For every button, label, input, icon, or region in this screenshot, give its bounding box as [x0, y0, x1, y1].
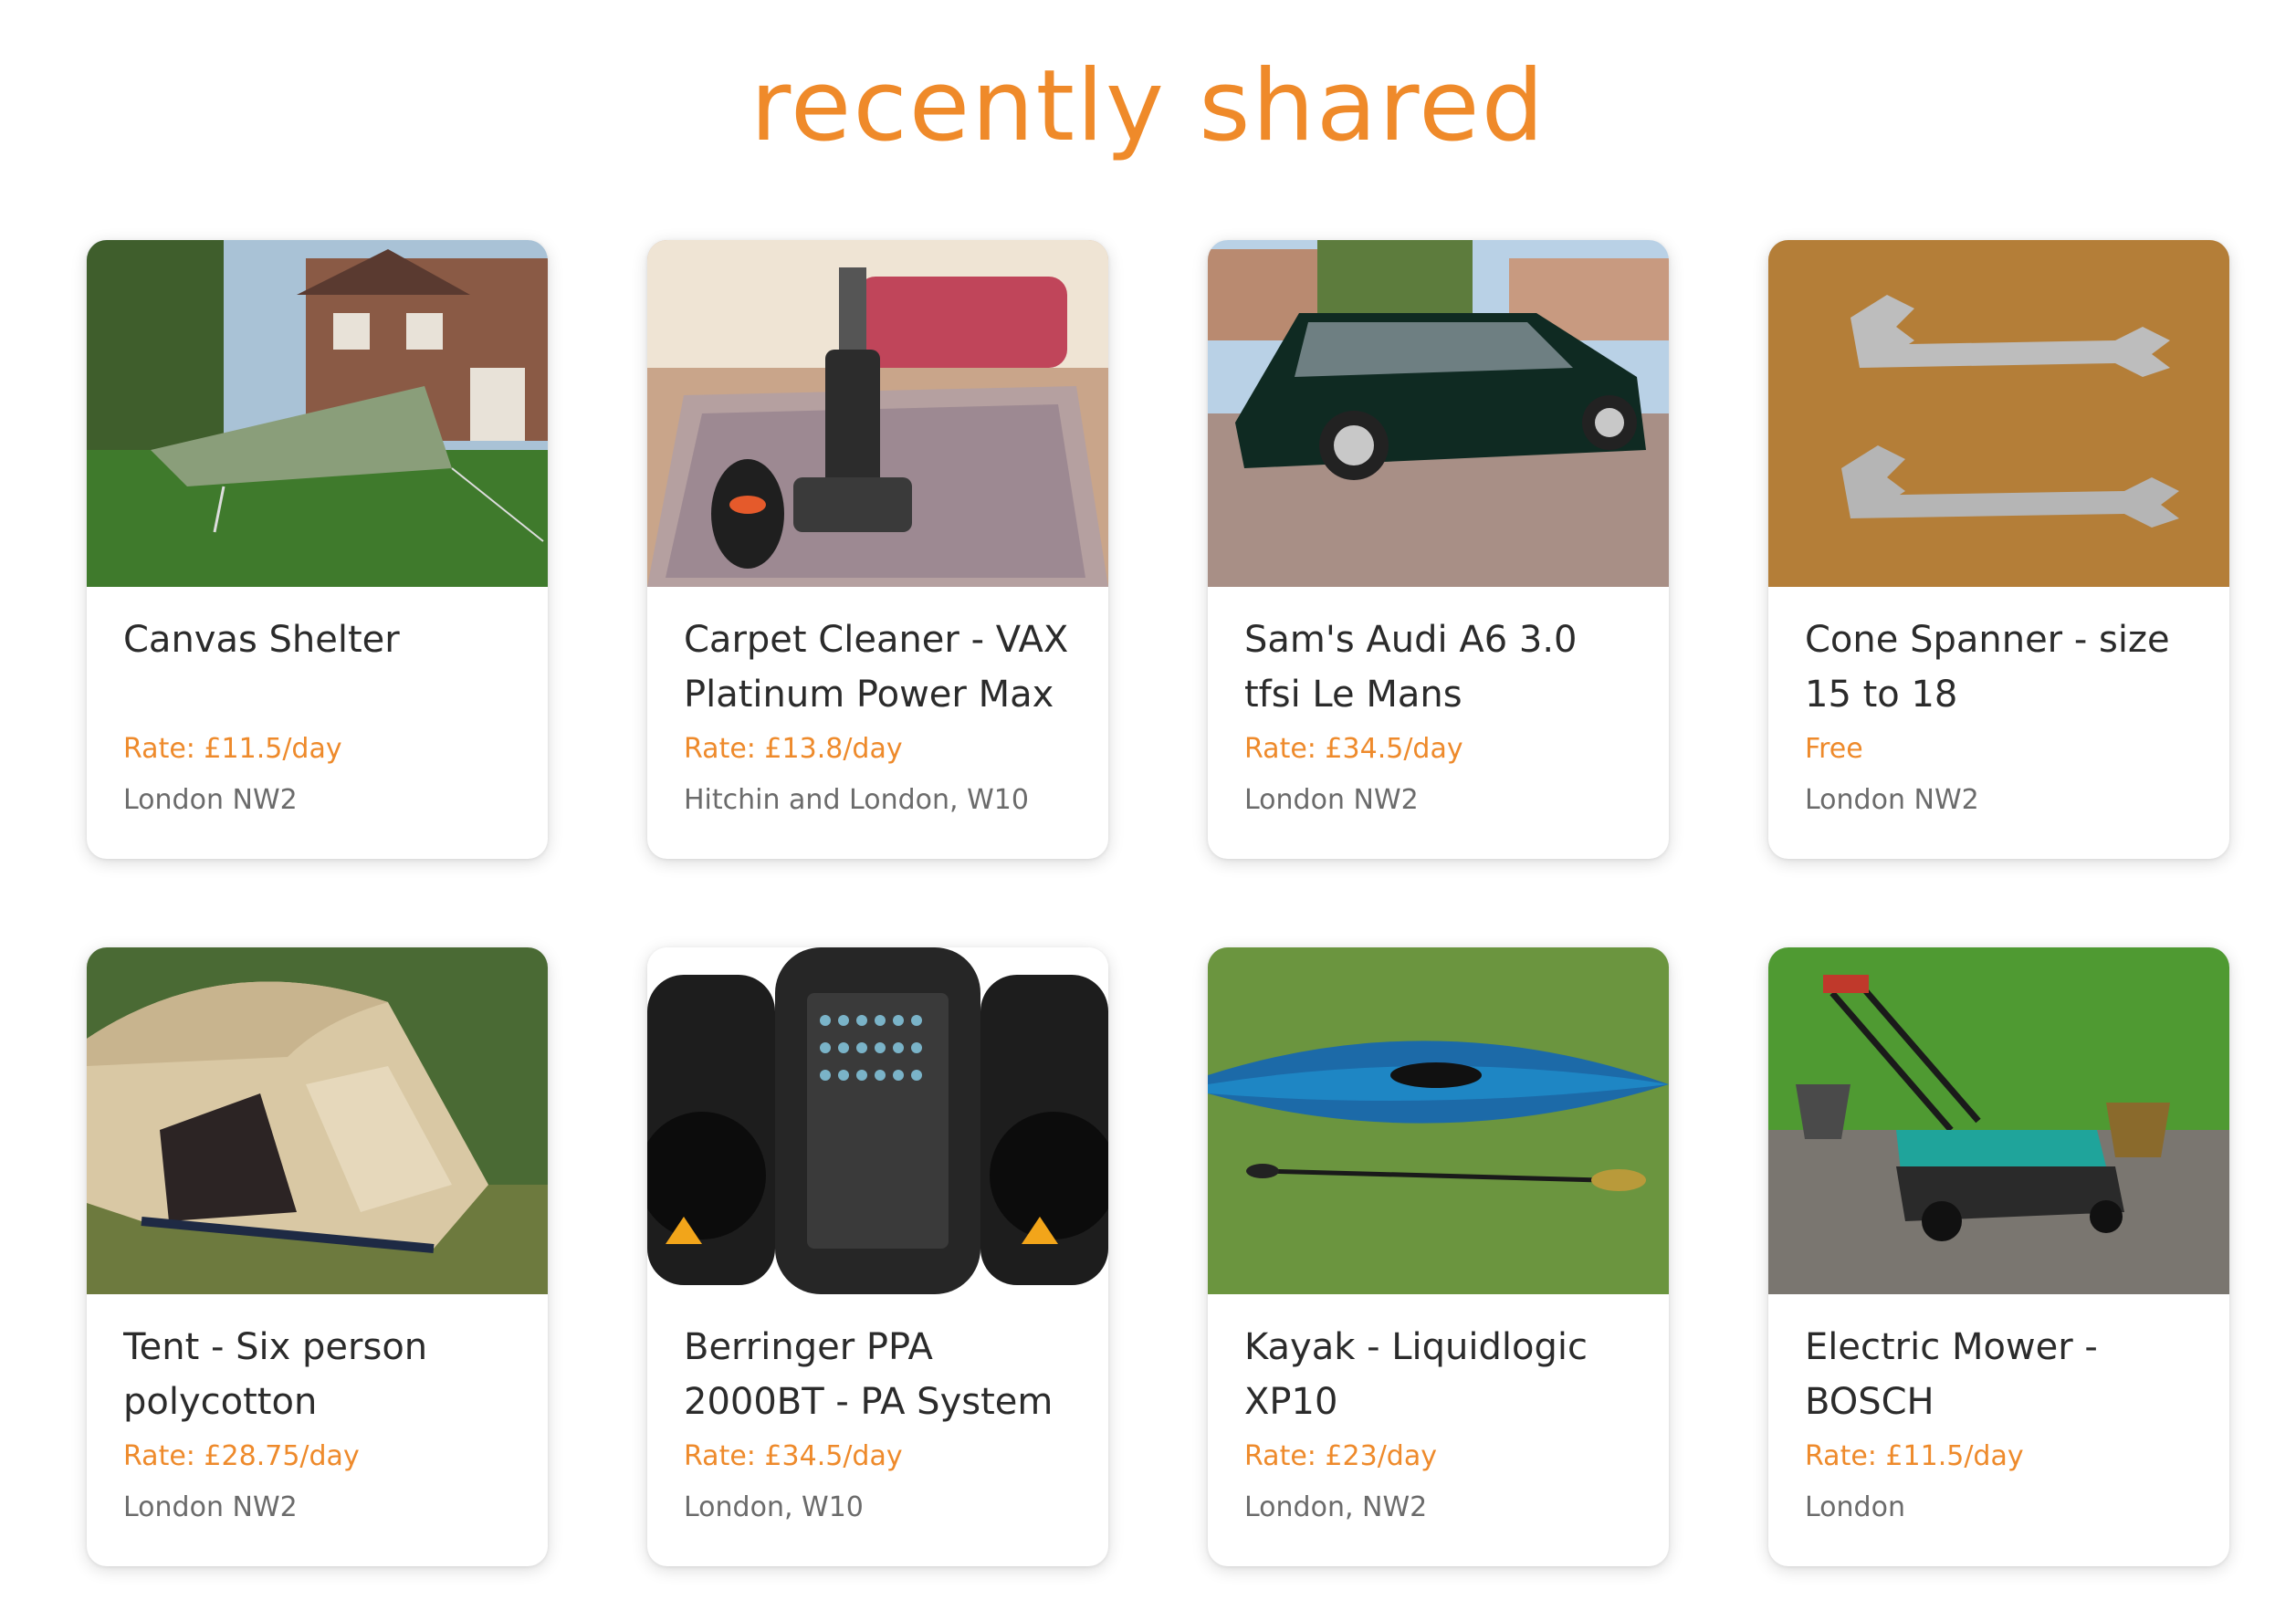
- listing-title[interactable]: Kayak - Liquidlogic XP10: [1244, 1320, 1632, 1429]
- listing-location: Hitchin and London, W10: [684, 784, 1029, 816]
- carpet-cleaner-photo[interactable]: [647, 240, 1108, 587]
- listing-rate: Rate: £34.5/day: [1244, 733, 1463, 765]
- listing-rate: Rate: £11.5/day: [1805, 1440, 2024, 1472]
- audi-car-photo[interactable]: [1208, 240, 1669, 587]
- pa-system-photo[interactable]: [647, 947, 1108, 1294]
- listing-title[interactable]: Berringer PPA 2000BT - PA System: [684, 1320, 1072, 1429]
- listing-rate: Rate: £13.8/day: [684, 733, 903, 765]
- listing-location: London, W10: [684, 1491, 864, 1523]
- listing-card[interactable]: Electric Mower - BOSCH Rate: £11.5/day L…: [1768, 947, 2229, 1566]
- listing-rate: Rate: £23/day: [1244, 1440, 1437, 1472]
- listing-location: London NW2: [123, 1491, 298, 1523]
- listing-rate: Rate: £11.5/day: [123, 733, 342, 765]
- listing-card[interactable]: Canvas Shelter Rate: £11.5/day London NW…: [87, 240, 548, 859]
- listing-card[interactable]: Carpet Cleaner - VAX Platinum Power Max …: [647, 240, 1108, 859]
- listing-rate: Rate: £28.75/day: [123, 1440, 360, 1472]
- listing-title[interactable]: Electric Mower - BOSCH: [1805, 1320, 2193, 1429]
- listing-card[interactable]: Sam's Audi A6 3.0 tfsi Le Mans Rate: £34…: [1208, 240, 1669, 859]
- listing-title[interactable]: Tent - Six person polycotton: [123, 1320, 511, 1429]
- lawn-mower-photo[interactable]: [1768, 947, 2229, 1294]
- listing-title[interactable]: Carpet Cleaner - VAX Platinum Power Max: [684, 612, 1072, 722]
- listing-location: London: [1805, 1491, 1905, 1523]
- listing-location: London NW2: [1244, 784, 1419, 816]
- listing-rate: Free: [1805, 733, 1863, 765]
- listing-title[interactable]: Cone Spanner - size 15 to 18: [1805, 612, 2193, 722]
- listing-title[interactable]: Sam's Audi A6 3.0 tfsi Le Mans: [1244, 612, 1632, 722]
- page-heading: recently shared: [750, 49, 1546, 163]
- listing-card[interactable]: Berringer PPA 2000BT - PA System Rate: £…: [647, 947, 1108, 1566]
- tent-photo[interactable]: [87, 947, 548, 1294]
- listing-card[interactable]: Tent - Six person polycotton Rate: £28.7…: [87, 947, 548, 1566]
- listing-grid: Canvas Shelter Rate: £11.5/day London NW…: [87, 240, 2232, 1566]
- listing-location: London NW2: [123, 784, 298, 816]
- listing-rate: Rate: £34.5/day: [684, 1440, 903, 1472]
- listing-card[interactable]: Cone Spanner - size 15 to 18 Free London…: [1768, 240, 2229, 859]
- listing-location: London, NW2: [1244, 1491, 1428, 1523]
- listing-location: London NW2: [1805, 784, 1979, 816]
- canvas-shelter-photo[interactable]: [87, 240, 548, 587]
- kayak-photo[interactable]: [1208, 947, 1669, 1294]
- listing-card[interactable]: Kayak - Liquidlogic XP10 Rate: £23/day L…: [1208, 947, 1669, 1566]
- listing-title[interactable]: Canvas Shelter: [123, 612, 511, 722]
- cone-spanner-photo[interactable]: [1768, 240, 2229, 587]
